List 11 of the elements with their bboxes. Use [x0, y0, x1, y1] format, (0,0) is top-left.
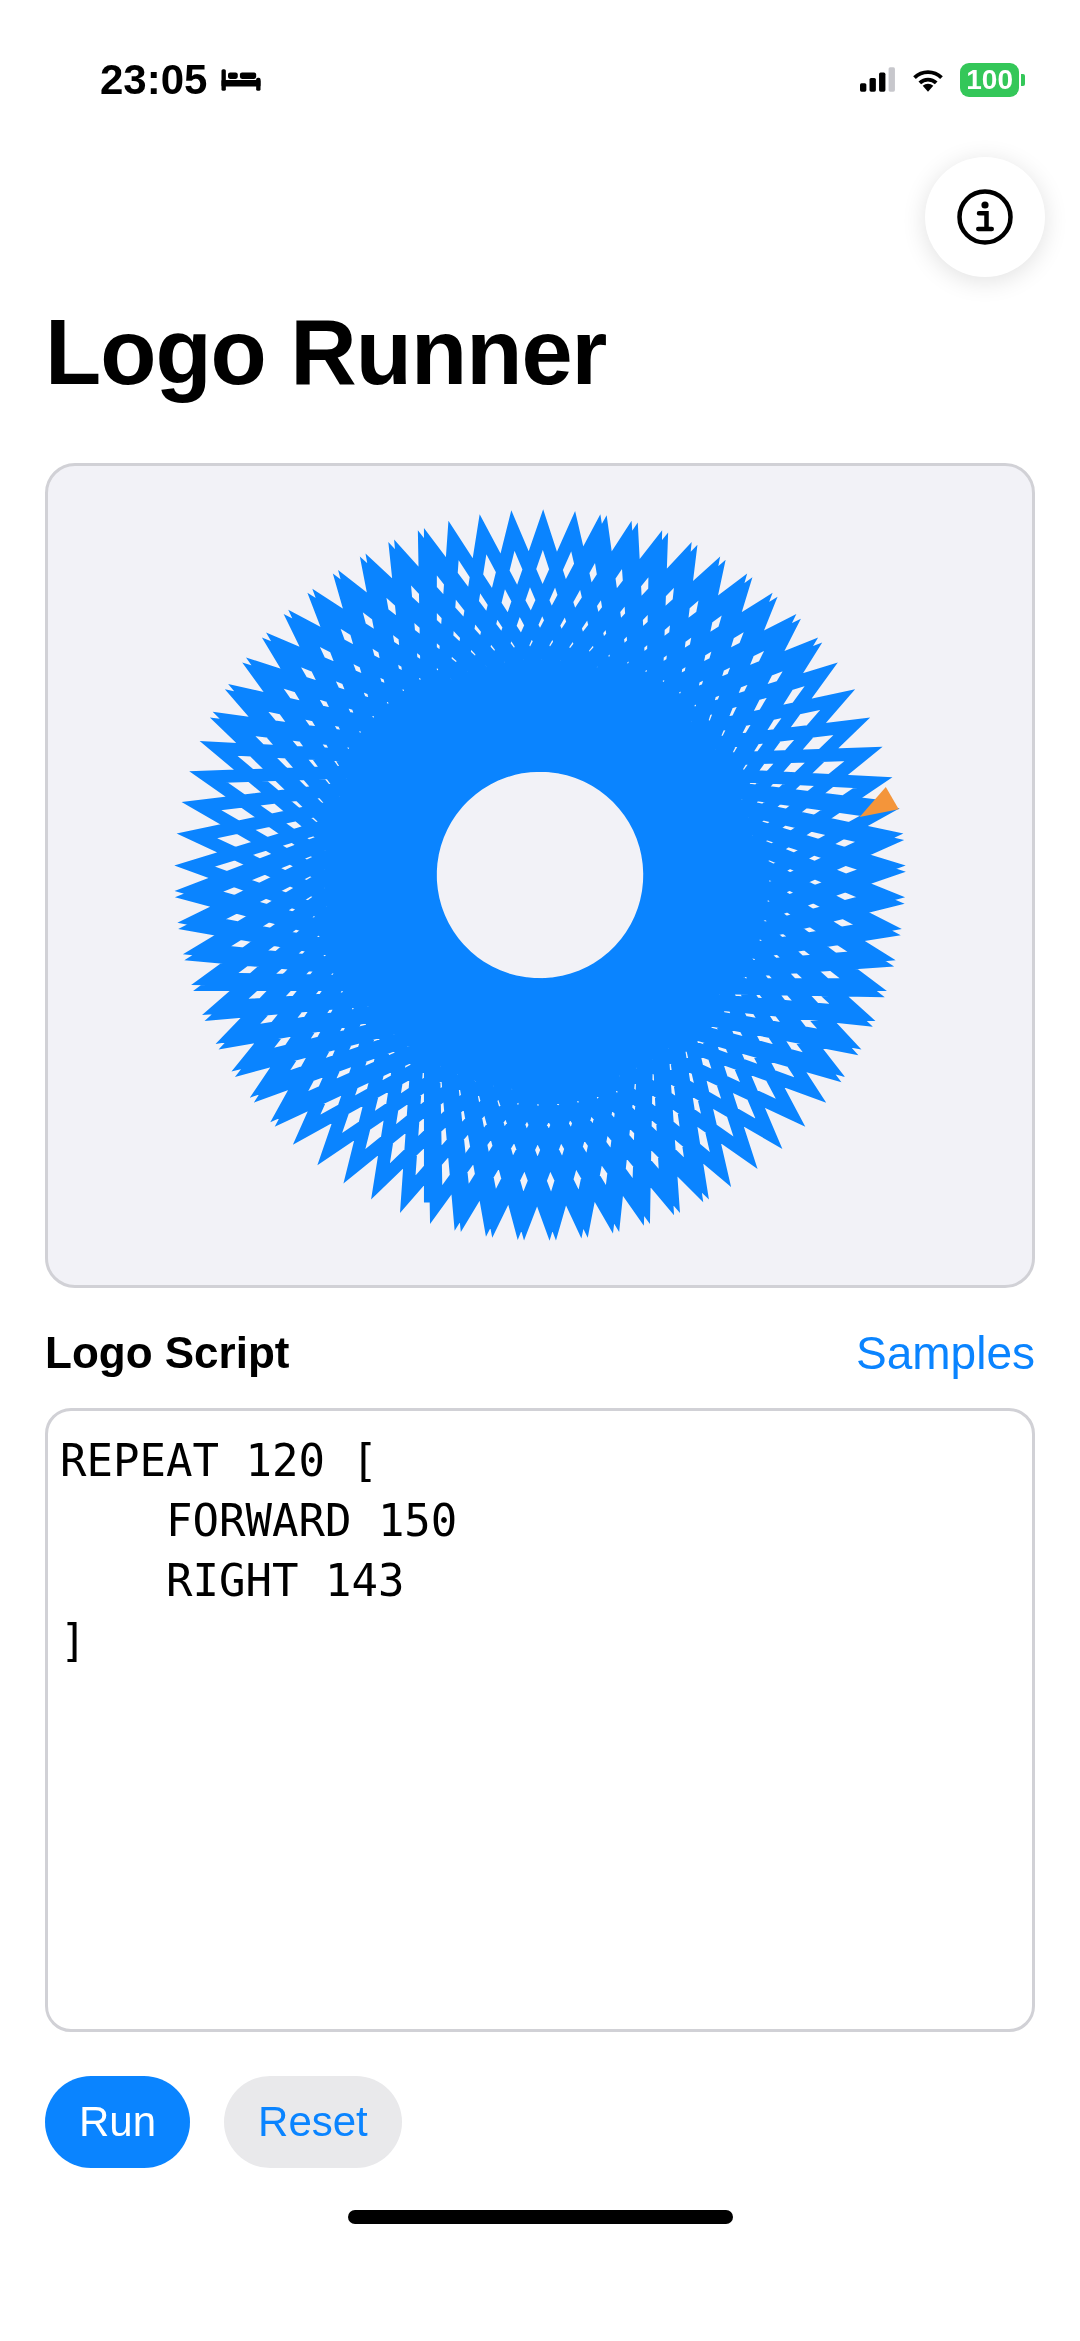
info-icon	[955, 187, 1015, 247]
script-field[interactable]: REPEAT 120 [ FORWARD 150 RIGHT 143 ]	[45, 1408, 1035, 2032]
bed-icon	[219, 67, 264, 93]
clock-time: 23:05	[100, 56, 208, 104]
section-label: Logo Script	[45, 1328, 290, 1378]
signal-icon	[860, 67, 897, 93]
turtle-icon	[859, 787, 899, 818]
samples-link[interactable]: Samples	[856, 1326, 1035, 1380]
reset-button[interactable]: Reset	[224, 2076, 402, 2168]
run-button[interactable]: Run	[45, 2076, 191, 2168]
page-title: Logo Runner	[45, 300, 608, 405]
